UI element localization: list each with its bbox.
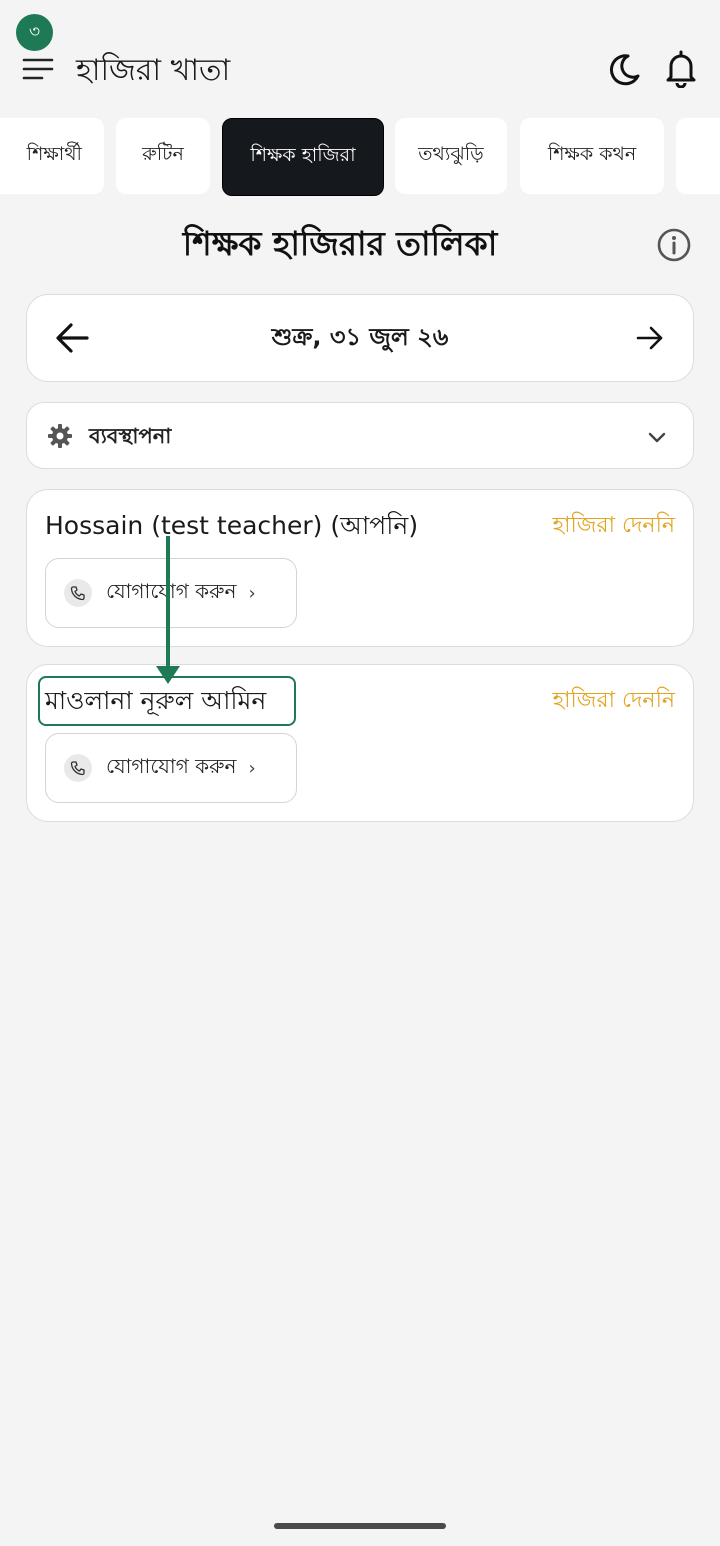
date-navigator: শুক্র, ৩১ জুল ২৬ bbox=[26, 294, 694, 382]
tab-bar: শিক্ষার্থী রুটিন শিক্ষক হাজিরা তথ্যঝুড়ি… bbox=[0, 118, 720, 196]
menu-icon[interactable] bbox=[22, 56, 54, 82]
next-day-arrow-icon[interactable] bbox=[635, 323, 665, 353]
app-title: হাজিরা খাতা bbox=[76, 53, 231, 88]
management-label: ব্যবস্থাপনা bbox=[89, 424, 172, 448]
page-title: শিক্ষক হাজিরার তালিকা bbox=[182, 224, 498, 263]
management-dropdown[interactable]: ব্যবস্থাপনা bbox=[26, 402, 694, 469]
tab-label: রুটিন bbox=[142, 143, 184, 165]
tab-students[interactable]: শিক্ষার্থী bbox=[0, 118, 104, 194]
tab-more[interactable] bbox=[676, 118, 720, 194]
chevron-right-icon: › bbox=[248, 582, 256, 604]
phone-icon bbox=[64, 579, 92, 607]
home-indicator bbox=[274, 1523, 446, 1529]
moon-icon[interactable] bbox=[606, 52, 642, 88]
tab-teacher-attendance[interactable]: শিক্ষক হাজিরা bbox=[222, 118, 384, 196]
current-date: শুক্র, ৩১ জুল ২৬ bbox=[271, 323, 449, 351]
info-icon[interactable] bbox=[656, 227, 692, 263]
tab-label: শিক্ষার্থী bbox=[26, 143, 82, 165]
contact-button[interactable]: যোগাযোগ করুন › bbox=[45, 733, 297, 803]
attendance-status: হাজিরা দেননি bbox=[552, 513, 675, 538]
contact-label: যোগাযোগ করুন bbox=[106, 753, 237, 778]
tab-label: শিক্ষক হাজিরা bbox=[250, 144, 356, 166]
tab-teacher-speech[interactable]: শিক্ষক কথন bbox=[520, 118, 664, 194]
attendance-status: হাজিরা দেননি bbox=[552, 688, 675, 713]
phone-icon bbox=[64, 754, 92, 782]
annotation-arrow-icon bbox=[156, 536, 180, 684]
teacher-card: Hossain (test teacher) (আপনি) হাজিরা দেন… bbox=[26, 489, 694, 647]
tab-routine[interactable]: রুটিন bbox=[116, 118, 210, 194]
gear-icon bbox=[48, 424, 72, 448]
tab-label: তথ্যঝুড়ি bbox=[418, 143, 484, 165]
tab-label: শিক্ষক কথন bbox=[547, 143, 637, 165]
tab-info-basket[interactable]: তথ্যঝুড়ি bbox=[395, 118, 507, 194]
chevron-down-icon bbox=[648, 432, 666, 443]
bell-icon[interactable] bbox=[664, 50, 698, 88]
notification-count-badge: ৩ bbox=[16, 14, 53, 51]
chevron-right-icon: › bbox=[248, 757, 256, 779]
teacher-name: Hossain (test teacher) (আপনি) bbox=[45, 511, 419, 540]
